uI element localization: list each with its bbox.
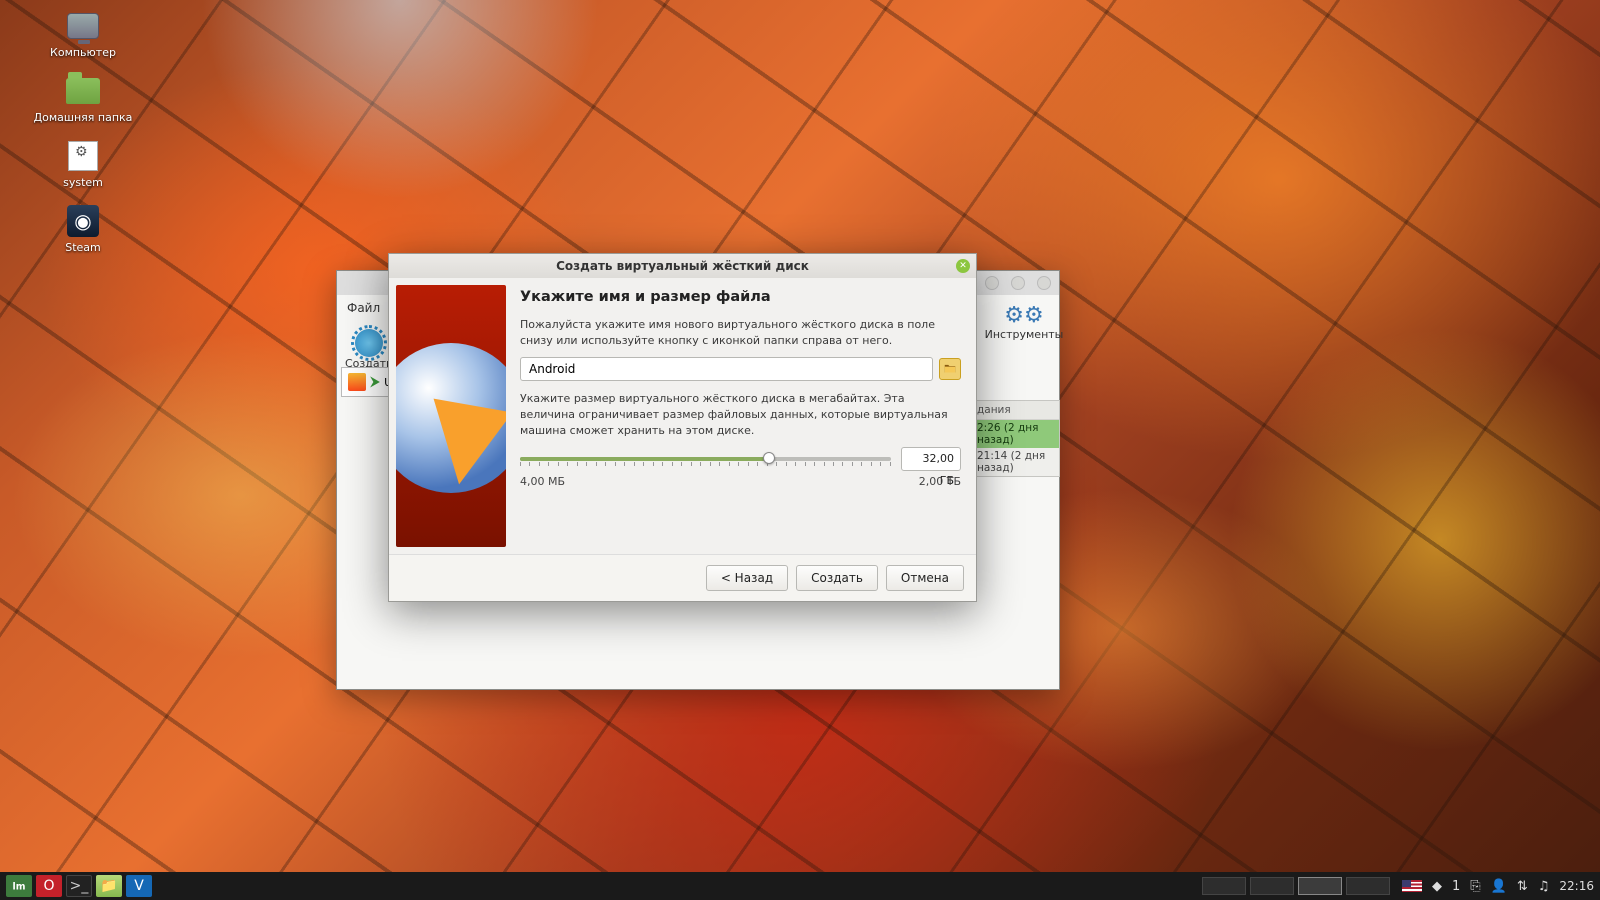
dialog-titlebar[interactable]: Создать виртуальный жёсткий диск ✕ [389, 254, 976, 278]
create-button[interactable]: Создать [796, 565, 878, 591]
taskbar-opera[interactable]: O [36, 875, 62, 897]
desktop-icon-label: Steam [65, 241, 101, 254]
vm-running-icon: ⮞ [370, 374, 380, 390]
terminal-icon: >_ [70, 878, 89, 894]
folder-icon [943, 362, 957, 376]
toolbar-tools[interactable]: ⚙⚙ Инструменты [989, 303, 1059, 361]
snapshot-panel: дания 2:26 (2 дня назад) 21:14 (2 дня на… [970, 400, 1060, 477]
disk-size-slider[interactable] [520, 450, 891, 468]
minimize-icon[interactable] [985, 276, 999, 290]
toolbar-new[interactable]: Создать [345, 329, 393, 370]
dialog-paragraph: Укажите размер виртуального жёсткого дис… [520, 391, 961, 439]
disk-name-input[interactable] [520, 357, 933, 381]
browse-folder-button[interactable] [939, 358, 961, 380]
keyboard-layout-icon[interactable] [1402, 880, 1422, 892]
notification-count[interactable]: 1 [1452, 879, 1460, 894]
folder-home-icon [66, 78, 100, 104]
svg-text:lm: lm [13, 881, 26, 892]
desktop-icon-label: Компьютер [50, 46, 116, 59]
back-button[interactable]: < Назад [706, 565, 788, 591]
sliders-icon: ⚙⚙ [1004, 303, 1043, 328]
mint-logo-icon: lm [11, 878, 27, 894]
close-icon[interactable] [1037, 276, 1051, 290]
taskbar-files[interactable]: 📁 [96, 875, 122, 897]
snapshot-row[interactable]: 2:26 (2 дня назад) [971, 420, 1059, 448]
virtualbox-icon: V [134, 878, 144, 894]
workspace-1[interactable] [1202, 877, 1246, 895]
clock[interactable]: 22:16 [1559, 879, 1594, 893]
notifications-icon[interactable]: ◆ [1432, 879, 1442, 894]
workspace-3[interactable] [1298, 877, 1342, 895]
cancel-button[interactable]: Отмена [886, 565, 964, 591]
snapshot-header: дания [971, 401, 1059, 420]
maximize-icon[interactable] [1011, 276, 1025, 290]
desktop-icon-label: system [63, 176, 103, 189]
system-tray: ◆ 1 ⎘ 👤 ⇅ ♫ 22:16 [1402, 879, 1594, 894]
disk-size-value[interactable]: 32,00 ГБ [901, 447, 961, 471]
menu-file[interactable]: Файл [347, 301, 380, 315]
snapshot-row[interactable]: 21:14 (2 дня назад) [971, 448, 1059, 476]
toolbar-label: Инструменты [985, 328, 1064, 341]
desktop-icon-computer[interactable]: Компьютер [8, 8, 158, 59]
steam-icon: ◉ [67, 205, 99, 237]
taskbar: lm O >_ 📁 V ◆ 1 ⎘ 👤 ⇅ ♫ 22:16 [0, 872, 1600, 900]
computer-icon [67, 13, 99, 39]
network-icon[interactable]: ⇅ [1517, 879, 1528, 894]
slider-min-label: 4,00 МБ [520, 475, 565, 488]
taskbar-virtualbox[interactable]: V [126, 875, 152, 897]
dialog-paragraph: Пожалуйста укажите имя нового виртуально… [520, 317, 961, 349]
workspace-switcher[interactable] [1202, 877, 1390, 895]
slider-ticks [520, 462, 891, 467]
taskbar-terminal[interactable]: >_ [66, 875, 92, 897]
folder-icon: 📁 [100, 878, 117, 894]
dialog-title-text: Создать виртуальный жёсткий диск [556, 259, 809, 273]
new-vm-icon [355, 329, 383, 357]
dialog-heading: Укажите имя и размер файла [520, 289, 961, 305]
opera-icon: O [43, 878, 54, 894]
start-menu-button[interactable]: lm [6, 875, 32, 897]
desktop-icon-home[interactable]: Домашняя папка [8, 73, 158, 124]
dialog-footer: < Назад Создать Отмена [389, 554, 976, 601]
desktop-icon-label: Домашняя папка [34, 111, 133, 124]
slider-thumb[interactable] [763, 452, 775, 464]
workspace-4[interactable] [1346, 877, 1390, 895]
dialog-close-button[interactable]: ✕ [956, 259, 970, 273]
desktop-icons: Компьютер Домашняя папка system ◉ Steam [8, 8, 158, 254]
user-icon[interactable]: 👤 [1491, 879, 1507, 894]
vm-os-icon [348, 373, 366, 391]
dialog-illustration [396, 285, 506, 547]
desktop-icon-steam[interactable]: ◉ Steam [8, 203, 158, 254]
create-disk-dialog: Создать виртуальный жёсткий диск ✕ Укажи… [388, 253, 977, 602]
desktop-icon-system[interactable]: system [8, 138, 158, 189]
updates-icon[interactable]: ⎘ [1470, 879, 1480, 894]
sound-icon[interactable]: ♫ [1538, 879, 1550, 894]
system-icon [68, 141, 98, 171]
workspace-2[interactable] [1250, 877, 1294, 895]
slider-max-label: 2,00 ТБ [919, 475, 961, 488]
